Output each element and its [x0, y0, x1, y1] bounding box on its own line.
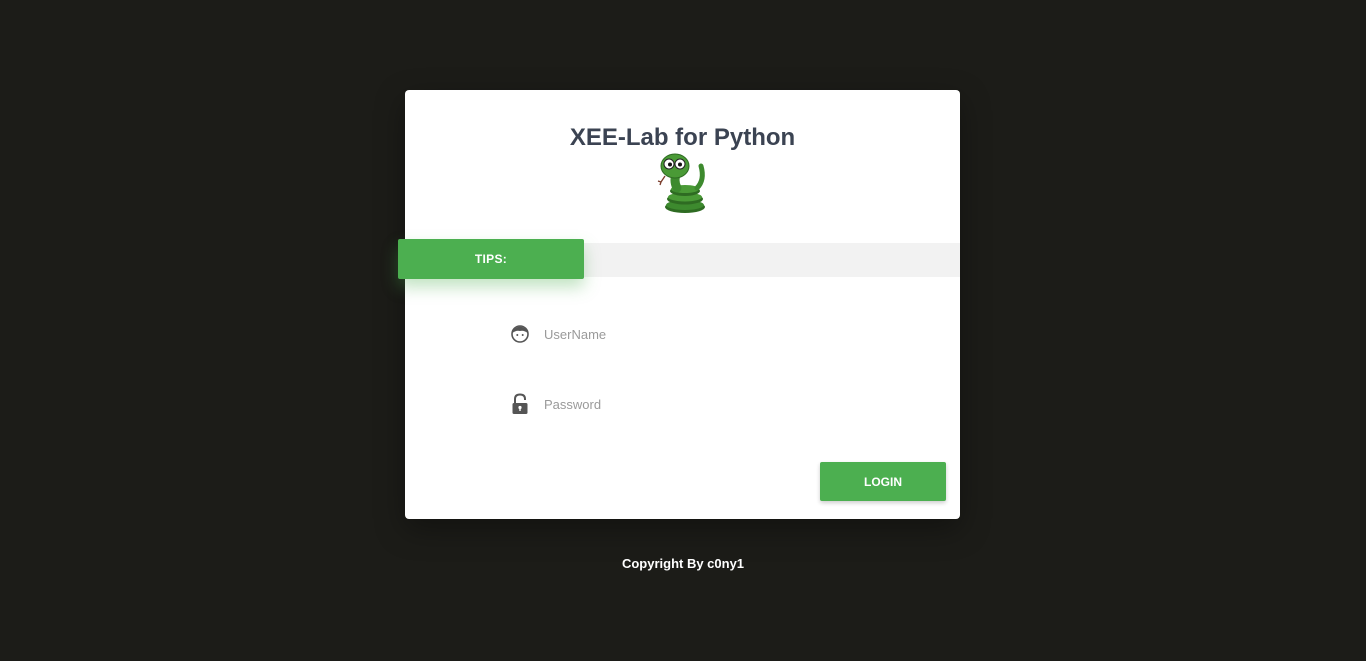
page-title: XEE-Lab for Python	[569, 124, 796, 151]
copyright-text: Copyright By c0ny1	[621, 556, 745, 571]
snake-mascot-icon	[655, 152, 711, 214]
username-input[interactable]	[544, 326, 844, 342]
unlocked-padlock-icon	[509, 393, 531, 415]
user-face-icon	[509, 323, 531, 345]
login-card: XEE-Lab for Python TIPS: UserName LOGIN	[398, 90, 960, 519]
password-input[interactable]	[544, 396, 844, 412]
tips-badge: TIPS:	[398, 239, 584, 279]
login-button[interactable]: LOGIN	[820, 462, 946, 501]
password-field	[509, 389, 869, 419]
username-field	[509, 319, 869, 349]
